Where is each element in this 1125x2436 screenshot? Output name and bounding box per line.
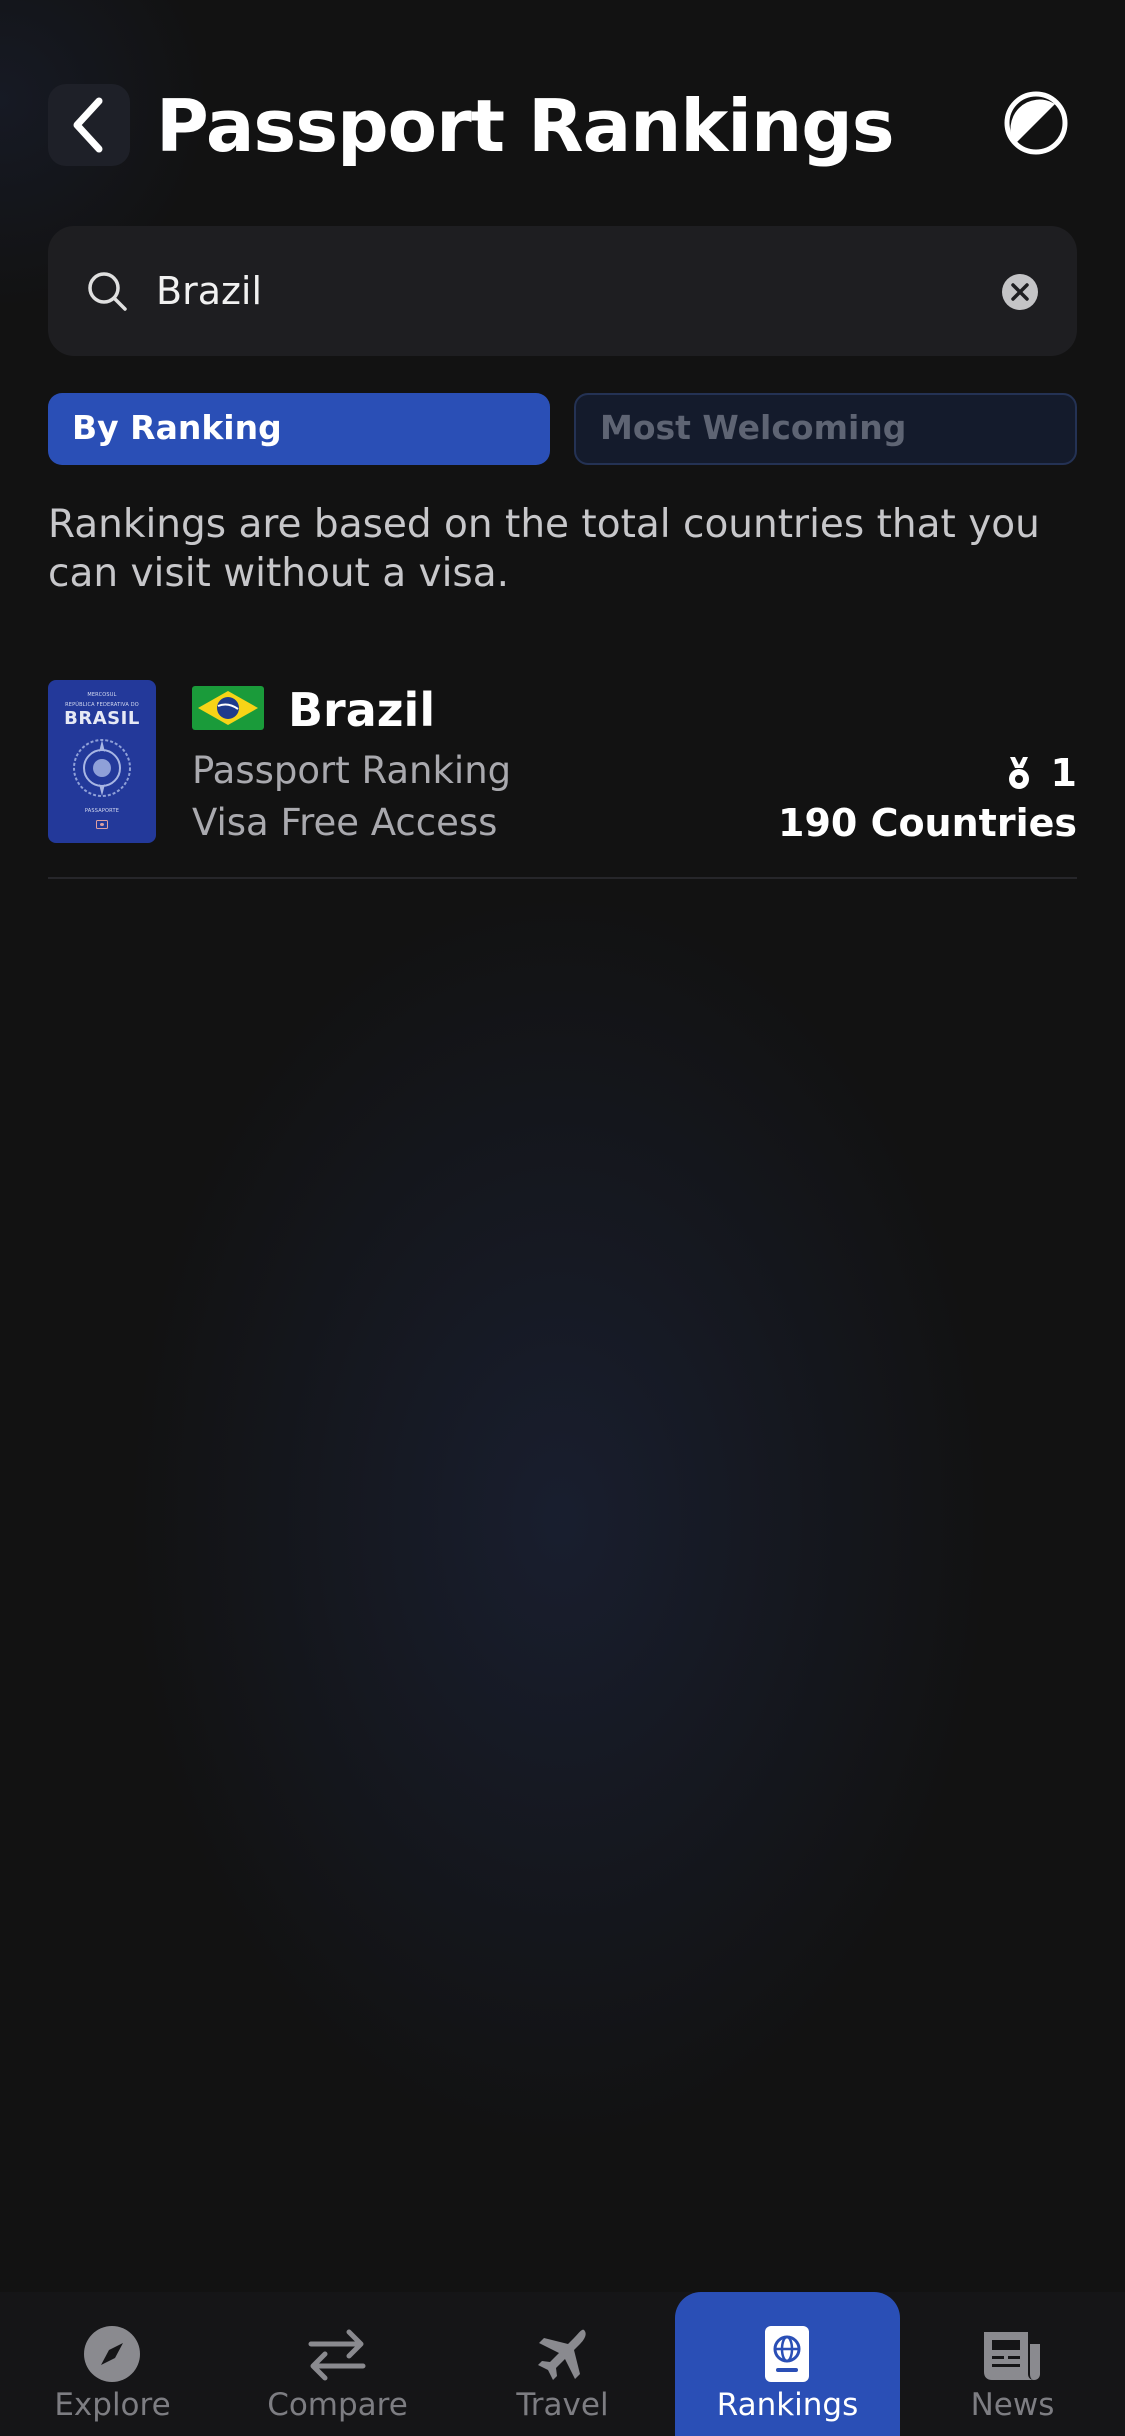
rank-group: 1 xyxy=(1007,748,1077,798)
background xyxy=(0,0,1125,2436)
visa-free-count: 190 Countries xyxy=(778,801,1077,845)
back-button[interactable] xyxy=(48,84,130,166)
row-divider xyxy=(48,877,1077,879)
nav-item-rankings[interactable]: Rankings xyxy=(675,2292,900,2436)
theme-toggle-button[interactable] xyxy=(1003,90,1069,156)
compass-icon xyxy=(84,2326,140,2382)
list-item[interactable]: MERCOSUL REPÚBLICA FEDERATIVA DO BRASIL … xyxy=(48,680,1077,880)
rank-value: 1 xyxy=(1050,751,1077,795)
theme-toggle-icon xyxy=(1004,91,1068,155)
search-input[interactable]: Brazil xyxy=(156,264,262,318)
visa-free-access-label: Visa Free Access xyxy=(192,801,498,844)
biometric-chip-icon xyxy=(96,820,108,829)
passport-country-text: BRASIL xyxy=(64,708,140,729)
brazil-flag-icon xyxy=(192,686,264,730)
passport-ranking-label: Passport Ranking xyxy=(192,749,512,792)
tab-most-welcoming[interactable]: Most Welcoming xyxy=(574,393,1077,465)
passport-cover-image: MERCOSUL REPÚBLICA FEDERATIVA DO BRASIL … xyxy=(48,680,156,843)
clear-icon[interactable] xyxy=(1001,273,1039,311)
newspaper-icon xyxy=(984,2332,1040,2380)
coat-of-arms-icon xyxy=(73,739,131,797)
chevron-left-icon xyxy=(73,97,103,153)
nav-item-compare[interactable]: Compare xyxy=(225,2292,450,2436)
tabs: By Ranking Most Welcoming xyxy=(48,393,1077,465)
country-name: Brazil xyxy=(288,683,436,737)
airplane-icon xyxy=(538,2329,586,2380)
nav-item-news[interactable]: News xyxy=(900,2292,1125,2436)
award-icon xyxy=(1008,757,1029,789)
nav-item-explore[interactable]: Explore xyxy=(0,2292,225,2436)
search-bar[interactable]: Brazil xyxy=(48,226,1077,356)
bottom-nav: Explore Compare Travel Rankings News xyxy=(0,2292,1125,2436)
header: Passport Rankings xyxy=(48,84,1077,168)
passport-icon xyxy=(765,2326,809,2382)
arrows-exchange-icon xyxy=(308,2329,366,2381)
search-icon xyxy=(88,272,127,311)
rankings-description: Rankings are based on the total countrie… xyxy=(48,502,1040,596)
tab-by-ranking[interactable]: By Ranking xyxy=(48,393,550,465)
nav-item-travel[interactable]: Travel xyxy=(450,2292,675,2436)
page-title: Passport Rankings xyxy=(156,84,895,168)
